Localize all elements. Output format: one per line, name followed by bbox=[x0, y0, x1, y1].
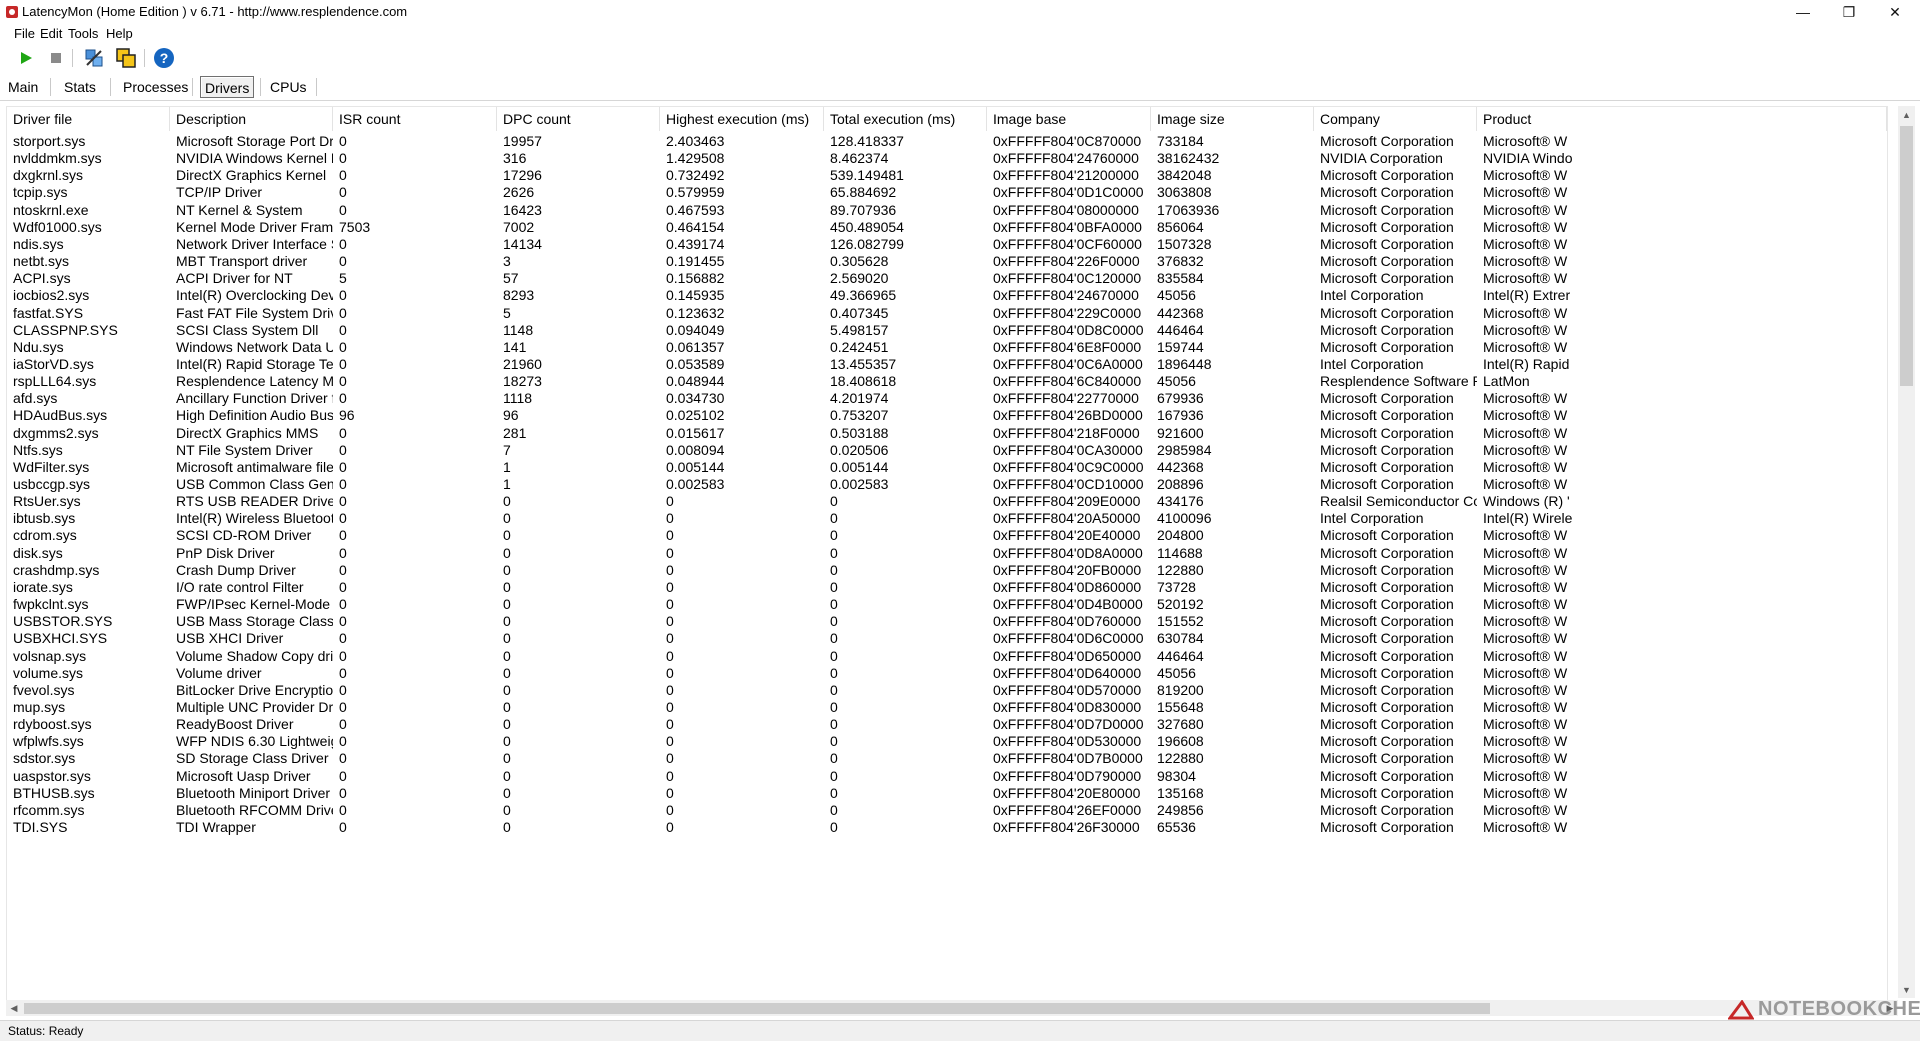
menu-tools[interactable]: Tools bbox=[68, 26, 98, 41]
horizontal-scroll-thumb[interactable] bbox=[24, 1003, 1490, 1014]
tab-main[interactable]: Main bbox=[4, 76, 42, 98]
tools-button[interactable] bbox=[82, 47, 106, 69]
tab-separator bbox=[316, 78, 317, 96]
help-icon: ? bbox=[154, 48, 174, 68]
column-header[interactable]: Highest execution (ms) bbox=[660, 107, 824, 131]
tab-separator bbox=[110, 78, 111, 96]
tab-separator bbox=[50, 78, 51, 96]
column-header[interactable]: DPC count bbox=[497, 107, 660, 131]
table-cell: 0 bbox=[339, 819, 347, 835]
table-row[interactable]: TDI.SYS TDI Wrapper 0 0 0 0 0xFFFFF804'26F3000… bbox=[7, 817, 1887, 838]
windows-icon bbox=[116, 48, 136, 68]
tools-icon bbox=[85, 49, 103, 67]
column-header[interactable]: Description bbox=[170, 107, 333, 131]
column-header[interactable]: Image size bbox=[1151, 107, 1314, 131]
toolbar: ? bbox=[0, 45, 1920, 71]
close-button[interactable]: ✕ bbox=[1872, 0, 1918, 24]
minimize-button[interactable]: — bbox=[1780, 0, 1826, 24]
table-cell: 0 bbox=[503, 819, 511, 835]
notebookcheck-logo-icon bbox=[1728, 999, 1754, 1019]
toolbar-separator bbox=[72, 49, 73, 67]
table-cell: Microsoft Corporation bbox=[1320, 819, 1454, 835]
scroll-down-arrow-icon[interactable]: ▼ bbox=[1898, 981, 1915, 998]
stop-button[interactable] bbox=[44, 47, 68, 69]
column-header[interactable]: Driver file bbox=[7, 107, 170, 131]
scroll-up-arrow-icon[interactable]: ▲ bbox=[1898, 106, 1915, 123]
tab-cpus[interactable]: CPUs bbox=[266, 76, 311, 98]
restore-button[interactable]: ❐ bbox=[1826, 0, 1872, 24]
table-cell: Microsoft® W bbox=[1483, 819, 1568, 835]
window-title: LatencyMon (Home Edition ) v 6.71 - http… bbox=[22, 4, 408, 19]
menu-file[interactable]: File bbox=[14, 26, 35, 41]
status-text: Status: Ready bbox=[8, 1024, 84, 1038]
status-bar: Status: Ready bbox=[0, 1020, 1920, 1041]
tab-drivers[interactable]: Drivers bbox=[200, 76, 255, 98]
table-cell: 0xFFFFF804'26F30000 bbox=[993, 819, 1140, 835]
vertical-scroll-thumb[interactable] bbox=[1900, 126, 1913, 386]
table-cell: TDI Wrapper bbox=[176, 819, 256, 835]
table-header: Driver file Description ISR count DPC count… bbox=[7, 107, 1887, 131]
play-button[interactable] bbox=[14, 47, 38, 69]
column-header[interactable]: ISR count bbox=[333, 107, 497, 131]
stop-icon bbox=[51, 53, 61, 63]
column-header[interactable]: Total execution (ms) bbox=[824, 107, 987, 131]
column-header[interactable]: Image base bbox=[987, 107, 1151, 131]
toolbar-separator bbox=[144, 49, 145, 67]
title-bar: LatencyMon (Home Edition ) v 6.71 - http… bbox=[0, 0, 1920, 26]
help-button[interactable]: ? bbox=[152, 47, 176, 69]
menu-help[interactable]: Help bbox=[106, 26, 133, 41]
column-header[interactable]: Company bbox=[1314, 107, 1477, 131]
table-cell: 0 bbox=[830, 819, 838, 835]
play-icon bbox=[21, 52, 32, 64]
watermark: NOTEBOOKCHECK bbox=[1728, 998, 1920, 1021]
tab-separator bbox=[192, 78, 193, 96]
scroll-left-arrow-icon[interactable]: ◀ bbox=[6, 1000, 22, 1016]
table-cell: 0 bbox=[666, 819, 674, 835]
drivers-table: Driver file Description ISR count DPC count… bbox=[6, 106, 1888, 1002]
tab-separator bbox=[260, 78, 261, 96]
menu-bar: File Edit Tools Help bbox=[0, 24, 1920, 44]
svg-text:?: ? bbox=[160, 50, 169, 66]
tab-bar: Main Stats Processes Drivers CPUs bbox=[0, 74, 1920, 101]
column-header[interactable]: Product bbox=[1477, 107, 1887, 131]
vertical-scrollbar[interactable]: ▲ ▼ bbox=[1898, 106, 1915, 998]
watermark-text: NOTEBOOKCHECK bbox=[1758, 998, 1920, 1020]
menu-edit[interactable]: Edit bbox=[40, 26, 62, 41]
table-cell: 65536 bbox=[1157, 819, 1196, 835]
tab-stats[interactable]: Stats bbox=[60, 76, 100, 98]
tab-processes[interactable]: Processes bbox=[119, 76, 192, 98]
horizontal-scrollbar[interactable]: ◀ ▶ bbox=[6, 1000, 1898, 1016]
app-icon bbox=[6, 6, 18, 18]
windows-button[interactable] bbox=[114, 47, 138, 69]
table-cell: TDI.SYS bbox=[13, 819, 68, 835]
